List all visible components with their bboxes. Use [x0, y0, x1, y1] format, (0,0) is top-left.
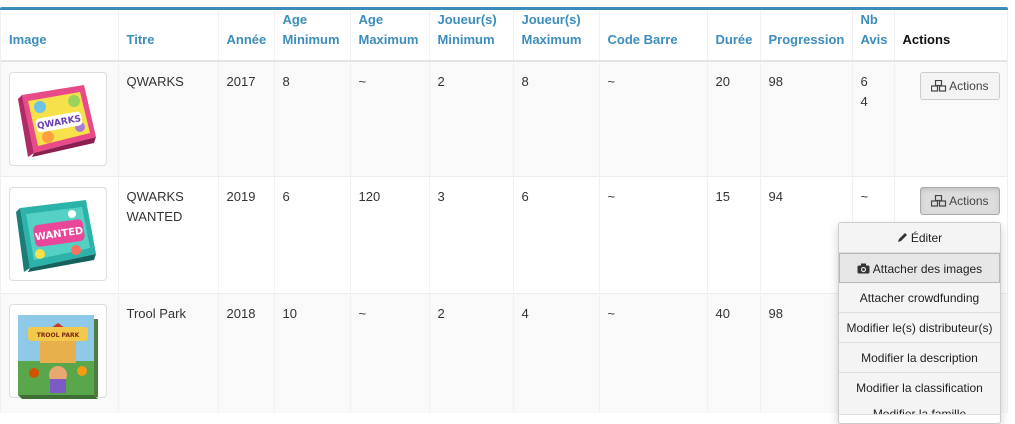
cell-progression: 98	[760, 60, 853, 177]
menu-item-modifier-description[interactable]: Modifier la description	[839, 343, 1000, 373]
column-header-nb-avis[interactable]: Nb Avis	[852, 10, 895, 62]
cell-joueurs-max: 6	[513, 176, 600, 294]
game-thumbnail[interactable]: QWARKS	[9, 72, 107, 166]
cell-titre[interactable]: QWARKS	[118, 60, 219, 177]
cell-duree: 40	[707, 293, 761, 413]
cubes-icon	[931, 195, 947, 207]
menu-item-editer[interactable]: Éditer	[839, 223, 1000, 253]
cell-age-min: 10	[274, 293, 351, 413]
menu-item-label: Attacher crowdfunding	[859, 291, 980, 305]
cell-duree: 15	[707, 176, 761, 294]
svg-text:TROOL PARK: TROOL PARK	[37, 332, 80, 339]
cell-titre[interactable]: Trool Park	[118, 293, 219, 413]
column-header-age-maximum[interactable]: Age Maximum	[350, 10, 430, 62]
column-header-joueurs-minimum[interactable]: Joueur(s) Minimum	[429, 10, 514, 62]
column-header-image[interactable]: Image	[1, 10, 119, 62]
menu-item-label: Attacher des images	[872, 262, 983, 276]
table-row: QWARKS QWARKS 2017 8 ~ 2 8 ~ 20 98 6 4 A…	[1, 60, 1007, 177]
actions-button[interactable]: Actions	[920, 187, 1000, 215]
column-header-age-minimum[interactable]: Age Minimum	[274, 10, 351, 62]
cell-duree: 20	[707, 60, 761, 177]
cell-actions: Actions	[894, 60, 1007, 177]
cell-titre[interactable]: QWARKS WANTED	[118, 176, 219, 294]
column-header-annee[interactable]: Année	[218, 10, 275, 62]
menu-item-label: Modifier la famille	[872, 407, 967, 415]
menu-item-modifier-distributeurs[interactable]: Modifier le(s) distributeur(s)	[839, 313, 1000, 343]
actions-button-label: Actions	[949, 79, 989, 93]
game-thumbnail[interactable]: WANTED	[9, 187, 107, 281]
column-header-code-barre[interactable]: Code Barre	[599, 10, 708, 62]
qwarks-box-image: QWARKS	[18, 85, 96, 157]
cell-image: QWARKS	[1, 60, 119, 177]
table-header-row: Image Titre Année Age Minimum Age Maximu…	[1, 10, 1007, 62]
cell-nb-avis: 6 4	[852, 60, 895, 177]
menu-item-attacher-crowdfunding[interactable]: Attacher crowdfunding	[839, 283, 1000, 313]
column-header-progression[interactable]: Progression	[760, 10, 853, 62]
cell-age-min: 8	[274, 60, 351, 177]
actions-button[interactable]: Actions	[920, 72, 1000, 100]
cell-image: TROOL PARK	[1, 293, 119, 413]
cell-joueurs-max: 4	[513, 293, 600, 413]
cell-annee: 2017	[218, 60, 275, 177]
cubes-icon	[931, 80, 947, 92]
pencil-icon	[897, 233, 907, 242]
qwarks-wanted-box-image: WANTED	[16, 200, 96, 272]
menu-item-label: Éditer	[910, 231, 943, 245]
cell-joueurs-max: 8	[513, 60, 600, 177]
cell-age-min: 6	[274, 176, 351, 294]
cell-image: WANTED	[1, 176, 119, 294]
cell-joueurs-min: 2	[429, 60, 514, 177]
column-header-joueurs-maximum[interactable]: Joueur(s) Maximum	[513, 10, 600, 62]
game-thumbnail[interactable]: TROOL PARK	[9, 304, 107, 399]
cell-annee: 2019	[218, 176, 275, 294]
cell-code-barre: ~	[599, 293, 708, 413]
cell-age-max: ~	[350, 60, 430, 177]
camera-icon	[857, 263, 870, 274]
cell-annee: 2018	[218, 293, 275, 413]
column-header-actions: Actions	[894, 10, 1007, 62]
column-header-duree[interactable]: Durée	[707, 10, 761, 62]
menu-item-label: Modifier le(s) distributeur(s)	[846, 321, 993, 335]
menu-item-label: Modifier la description	[861, 351, 978, 365]
column-header-titre[interactable]: Titre	[118, 10, 219, 62]
cell-code-barre: ~	[599, 60, 708, 177]
cell-joueurs-min: 3	[429, 176, 514, 294]
trool-park-box-image: TROOL PARK	[18, 315, 98, 399]
actions-button-label: Actions	[949, 194, 989, 208]
cell-code-barre: ~	[599, 176, 708, 294]
cell-joueurs-min: 2	[429, 293, 514, 413]
menu-item-attacher-images[interactable]: Attacher des images	[839, 253, 1000, 283]
cell-age-max: ~	[350, 293, 430, 413]
actions-dropdown-menu: Éditer Attacher des images Attacher crow…	[838, 222, 1001, 424]
cell-age-max: 120	[350, 176, 430, 294]
menu-item-label: Modifier la classification	[856, 381, 983, 395]
